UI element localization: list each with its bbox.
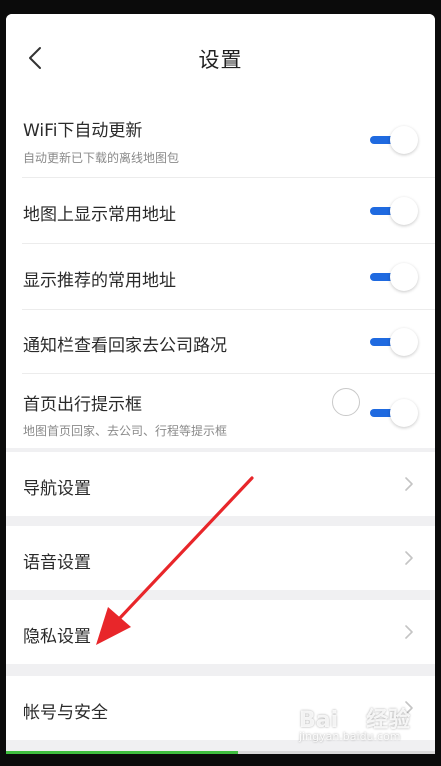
video-progress-bar[interactable]: [6, 751, 435, 754]
page-title: 设置: [198, 48, 243, 72]
nav-item-label: 语音设置: [23, 553, 91, 573]
setting-title: 首页出行提示框: [23, 395, 142, 415]
chevron-right-icon: [405, 551, 413, 565]
show-common-address-toggle[interactable]: [368, 196, 418, 226]
toggle-knob: [390, 197, 418, 225]
top-bar: 设置: [6, 14, 435, 100]
setting-subtitle: 地图首页回家、去公司、行程等提示框: [23, 424, 228, 438]
toggle-knob-ghost: [332, 388, 360, 416]
toggle-knob: [390, 399, 418, 427]
setting-title: 通知栏查看回家去公司路况: [23, 336, 227, 356]
video-progress-fill: [6, 751, 238, 754]
nav-item-label: 隐私设置: [23, 627, 91, 647]
setting-row-show-common-address: 地图上显示常用地址: [6, 178, 435, 244]
setting-title: 显示推荐的常用地址: [23, 271, 176, 291]
setting-title: 地图上显示常用地址: [23, 205, 176, 225]
nav-item-account-security[interactable]: 帐号与安全: [6, 676, 435, 740]
nav-item-navigation-settings[interactable]: 导航设置: [6, 452, 435, 516]
nav-item-label: 导航设置: [23, 479, 91, 499]
chevron-right-icon: [405, 701, 413, 715]
setting-subtitle: 自动更新已下载的离线地图包: [23, 151, 180, 165]
setting-row-wifi-auto-update: WiFi下自动更新 自动更新已下载的离线地图包: [6, 100, 435, 178]
notification-traffic-toggle[interactable]: [368, 327, 418, 357]
setting-title: WiFi下自动更新: [23, 121, 143, 141]
setting-row-home-prompt-box: 首页出行提示框 地图首页回家、去公司、行程等提示框: [6, 374, 435, 448]
home-prompt-box-toggle[interactable]: [368, 398, 418, 428]
chevron-right-icon: [405, 477, 413, 491]
nav-item-voice-settings[interactable]: 语音设置: [6, 526, 435, 590]
toggle-knob: [390, 263, 418, 291]
recommended-address-toggle[interactable]: [368, 262, 418, 292]
toggle-knob: [390, 126, 418, 154]
wifi-auto-update-toggle[interactable]: [368, 125, 418, 155]
toggle-knob: [390, 328, 418, 356]
setting-row-recommended-address: 显示推荐的常用地址: [6, 244, 435, 310]
nav-item-privacy-settings[interactable]: 隐私设置: [6, 600, 435, 664]
toggle-settings-group: WiFi下自动更新 自动更新已下载的离线地图包 地图上显示常用地址 显示推荐的常…: [6, 100, 435, 448]
nav-item-label: 帐号与安全: [23, 703, 108, 723]
chevron-right-icon: [405, 625, 413, 639]
app-screen: 设置 WiFi下自动更新 自动更新已下载的离线地图包 地图上显示常用地址 显示推…: [6, 14, 435, 754]
setting-row-notification-traffic: 通知栏查看回家去公司路况: [6, 310, 435, 374]
